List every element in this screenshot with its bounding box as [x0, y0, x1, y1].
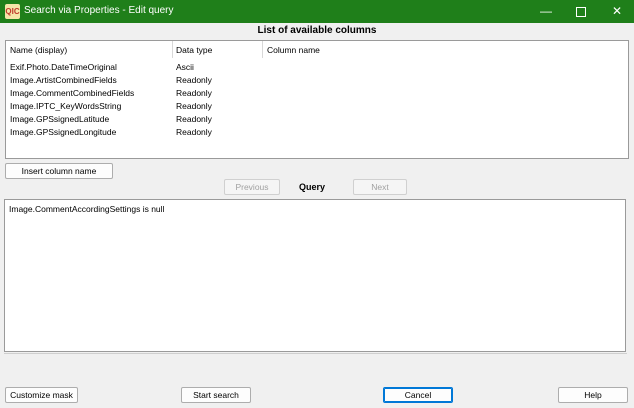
- customize-mask-button[interactable]: Customize mask: [5, 387, 78, 403]
- column-header-column-name[interactable]: Column name: [267, 45, 320, 55]
- row-name: Image.ArtistCombinedFields: [10, 75, 117, 85]
- next-button[interactable]: Next: [353, 179, 407, 195]
- row-type: Readonly: [176, 88, 212, 98]
- help-button[interactable]: Help: [558, 387, 628, 403]
- row-type: Readonly: [176, 127, 212, 137]
- columns-section-title: List of available columns: [257, 25, 377, 36]
- column-header-type[interactable]: Data type: [176, 45, 212, 55]
- start-search-button[interactable]: Start search: [181, 387, 251, 403]
- row-name: Image.GPSsignedLongitude: [10, 127, 117, 137]
- columns-table[interactable]: Name (display) Data type Column name Exi…: [5, 40, 629, 159]
- query-textarea[interactable]: Image.CommentAccordingSettings is null: [4, 199, 626, 352]
- query-text: Image.CommentAccordingSettings is null: [9, 204, 165, 214]
- insert-column-name-button[interactable]: Insert column name: [5, 163, 113, 179]
- column-separator[interactable]: [172, 41, 173, 58]
- row-type: Readonly: [176, 75, 212, 85]
- column-header-name[interactable]: Name (display): [10, 45, 67, 55]
- row-type: Readonly: [176, 114, 212, 124]
- app-icon: QIC: [5, 4, 20, 19]
- window-title: Search via Properties - Edit query: [24, 5, 174, 16]
- row-name: Image.CommentCombinedFields: [10, 88, 135, 98]
- close-icon: ✕: [611, 4, 623, 18]
- row-name: Image.GPSsignedLatitude: [10, 114, 110, 124]
- row-name: Image.IPTC_KeyWordsString: [10, 101, 122, 111]
- row-type: Ascii: [176, 62, 194, 72]
- app-icon-text: QIC: [5, 7, 20, 16]
- row-type: Readonly: [176, 101, 212, 111]
- maximize-icon: [576, 6, 586, 17]
- row-name: Exif.Photo.DateTimeOriginal: [10, 62, 117, 72]
- maximize-button[interactable]: [563, 0, 599, 23]
- title-bar: QIC Search via Properties - Edit query —…: [0, 0, 634, 23]
- divider: [4, 353, 627, 354]
- close-button[interactable]: ✕: [599, 0, 634, 23]
- minimize-button[interactable]: —: [528, 0, 564, 23]
- previous-button[interactable]: Previous: [224, 179, 280, 195]
- minimize-icon: —: [540, 4, 552, 18]
- cancel-button[interactable]: Cancel: [383, 387, 453, 403]
- column-separator[interactable]: [262, 41, 263, 58]
- query-label: Query: [299, 182, 326, 192]
